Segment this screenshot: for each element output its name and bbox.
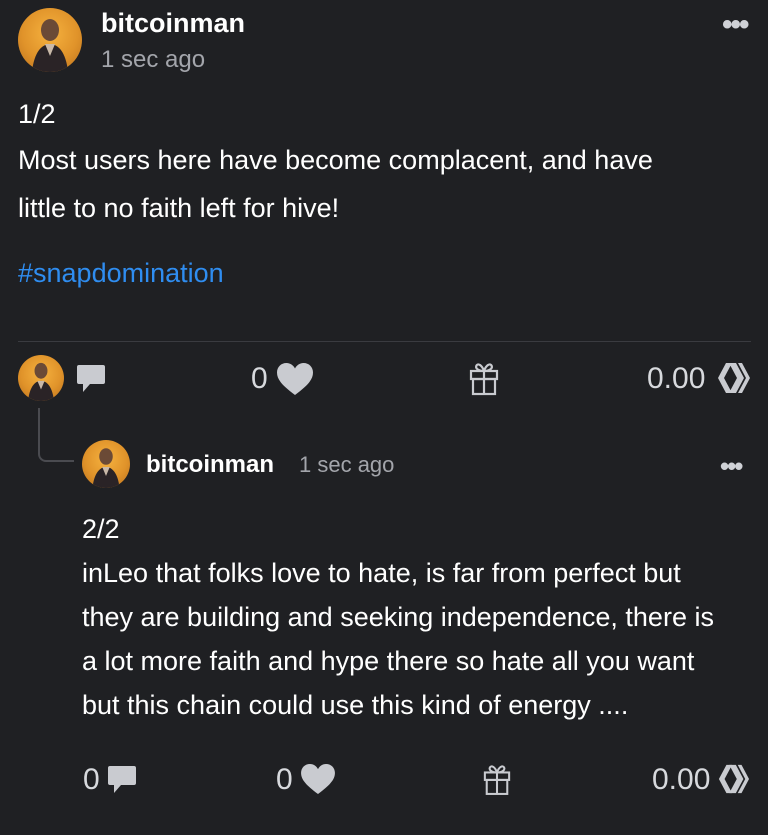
reply-line-5: but this chain could use this kind of en… — [82, 690, 629, 720]
reply-line-4: a lot more faith and hype there so hate … — [82, 646, 695, 676]
action-divider — [18, 341, 751, 342]
author-avatar[interactable] — [18, 8, 82, 72]
reply-line-1: 2/2 — [82, 514, 120, 544]
reply-gift-icon[interactable] — [483, 762, 511, 796]
reply-author-avatar[interactable] — [82, 440, 130, 488]
reply-author-name[interactable]: bitcoinman — [146, 451, 274, 479]
reply-hive-icon — [717, 763, 750, 795]
reply-comment-count: 0 — [83, 763, 100, 796]
hive-icon — [716, 361, 751, 395]
payout-amount: 0.00 — [647, 362, 706, 395]
reply-payout-amount: 0.00 — [652, 763, 711, 796]
author-name[interactable]: bitcoinman — [101, 8, 245, 39]
hashtag-link[interactable]: #snapdomination — [18, 258, 224, 289]
comment-icon[interactable] — [76, 363, 106, 395]
reply-more-options-icon[interactable]: ••• — [720, 453, 743, 479]
reply-like-count: 0 — [276, 763, 293, 796]
like-count: 0 — [251, 362, 268, 395]
reply-line-3: they are building and seeking independen… — [82, 602, 714, 632]
viewer-avatar — [18, 355, 64, 401]
reply-timestamp[interactable]: 1 sec ago — [299, 452, 394, 478]
gift-icon[interactable] — [469, 360, 499, 396]
post-line-3: little to no faith left for hive! — [18, 193, 340, 223]
reply-line-2: inLeo that folks love to hate, is far fr… — [82, 558, 681, 588]
avatar-image — [32, 19, 68, 72]
post-line-1: 1/2 — [18, 99, 56, 129]
heart-icon[interactable] — [276, 362, 314, 396]
post-line-2: Most users here have become complacent, … — [18, 145, 653, 175]
reply-heart-icon[interactable] — [300, 763, 336, 795]
reply-comment-icon[interactable] — [107, 764, 137, 796]
more-options-icon[interactable]: ••• — [722, 10, 749, 40]
post-timestamp[interactable]: 1 sec ago — [101, 46, 205, 74]
thread-connector — [38, 408, 74, 462]
